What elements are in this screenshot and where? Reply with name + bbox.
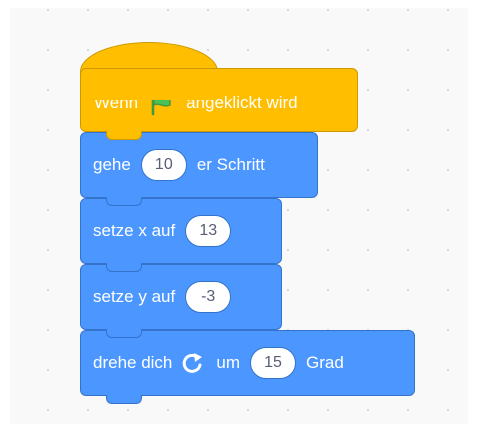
turn-right-block[interactable]: drehe dich um 15 Grad — [80, 330, 415, 396]
move-steps-block[interactable]: gehe 10 er Schritt — [80, 132, 318, 198]
y-value-input[interactable]: -3 — [185, 281, 232, 313]
turn-bottom-notch — [106, 395, 142, 404]
degrees-input[interactable]: 15 — [250, 347, 297, 379]
turn-block-middle: um — [216, 353, 241, 372]
hat-bottom-notch — [106, 131, 142, 140]
when-flag-clicked-block[interactable]: Wenn angeklickt wird — [80, 68, 358, 132]
hat-block-cap-fill — [81, 80, 217, 100]
turn-block-suffix: Grad — [306, 353, 344, 372]
set-y-block[interactable]: setze y auf -3 — [80, 264, 282, 330]
set-x-block[interactable]: setze x auf 13 — [80, 198, 282, 264]
set-x-bottom-notch — [106, 263, 142, 272]
x-value-input[interactable]: 13 — [185, 215, 232, 247]
move-bottom-notch — [106, 197, 142, 206]
turn-block-prefix: drehe dich — [93, 353, 173, 372]
move-block-suffix: er Schritt — [196, 155, 265, 174]
set-y-block-label: setze y auf — [93, 287, 176, 306]
set-y-bottom-notch — [106, 329, 142, 338]
turn-right-icon — [182, 352, 206, 374]
move-block-prefix: gehe — [93, 155, 131, 174]
steps-input[interactable]: 10 — [140, 149, 187, 181]
set-x-block-label: setze x auf — [93, 221, 176, 240]
